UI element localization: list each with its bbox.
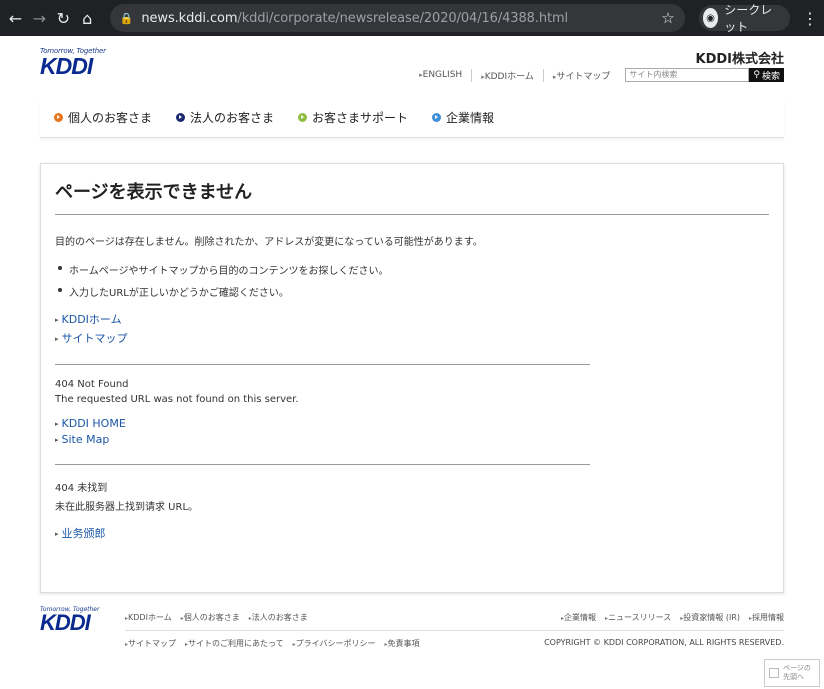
footer-link[interactable]: 投資家情報 (IR)	[680, 612, 740, 623]
nav-item-personal[interactable]: 個人のお客さま	[54, 109, 152, 126]
list-item: ホームページやサイトマップから目的のコンテンツをお探しください。	[55, 262, 769, 277]
en-error-title: 404 Not Found	[55, 379, 129, 390]
footer-logo-mark: KDDI	[40, 610, 91, 635]
link-home-zh[interactable]: 业务颁郎	[55, 525, 769, 541]
browser-toolbar: ← → ↻ ⌂ 🔒 news.kddi.com/kddi/corporate/n…	[0, 0, 824, 36]
address-bar[interactable]: 🔒 news.kddi.com/kddi/corporate/newsrelea…	[109, 4, 685, 32]
url-path: /kddi/corporate/newsrelease/2020/04/16/4…	[237, 10, 569, 26]
page-top-button[interactable]: ページの 先頭へ	[764, 659, 820, 687]
incognito-badge[interactable]: ◉ シークレット	[698, 3, 790, 34]
util-link-sitemap[interactable]: サイトマップ	[542, 68, 620, 82]
url-text: news.kddi.com/kddi/corporate/newsrelease…	[141, 11, 661, 26]
divider	[55, 364, 590, 365]
zh-error-title: 404 未找到	[55, 483, 108, 494]
utility-nav: ENGLISH KDDIホーム サイトマップ サイト内検索 ⚲ 検索	[410, 68, 784, 82]
suggestion-list: ホームページやサイトマップから目的のコンテンツをお探しください。 入力したURL…	[55, 262, 769, 299]
footer-kddi-logo[interactable]: Tomorrow, Together KDDI	[40, 606, 110, 635]
footer-link[interactable]: 採用情報	[749, 612, 784, 623]
footer-link[interactable]: 企業情報	[561, 612, 596, 623]
incognito-label: シークレット	[724, 3, 773, 34]
footer-link[interactable]: サイトのご利用にあたって	[185, 638, 284, 649]
search-button[interactable]: ⚲ 検索	[749, 68, 784, 82]
nav-item-label: 企業情報	[446, 111, 495, 125]
page-top-icon	[769, 668, 779, 678]
page-top-label: ページの 先頭へ	[783, 664, 811, 682]
url-domain: news.kddi.com	[141, 10, 238, 26]
ja-links: KDDIホーム サイトマップ	[55, 311, 769, 346]
incognito-icon: ◉	[702, 8, 719, 28]
search-button-label: 検索	[761, 71, 780, 82]
en-links: KDDI HOME Site Map	[55, 417, 769, 446]
footer-link[interactable]: 免責事項	[385, 638, 420, 649]
zh-error-message: 未在此服务器上找到请求 URL。	[55, 502, 199, 513]
company-name: KDDI株式会社	[695, 52, 785, 67]
orange-arrow-icon	[54, 113, 63, 122]
nav-item-label: 個人のお客さま	[68, 111, 153, 125]
lock-icon: 🔒	[119, 11, 134, 25]
footer-link[interactable]: ニュースリリース	[605, 612, 671, 623]
home-icon[interactable]: ⌂	[78, 6, 97, 30]
copyright: COPYRIGHT © KDDI CORPORATION, ALL RIGHTS…	[544, 638, 784, 647]
footer-links-secondary: サイトマップ サイトのご利用にあたって プライバシーポリシー 免責事項	[125, 638, 429, 649]
kddi-logo[interactable]: Tomorrow, Together KDDI	[40, 47, 110, 79]
footer-link[interactable]: 法人のお客さま	[249, 612, 308, 623]
divider	[55, 464, 590, 465]
footer-links-corporate: 企業情報 ニュースリリース 投資家情報 (IR) 採用情報	[561, 612, 784, 623]
page-top-label-line2: 先頭へ	[783, 673, 804, 681]
link-sitemap-en[interactable]: Site Map	[55, 433, 769, 446]
zh-links: 业务颁郎	[55, 525, 769, 541]
footer-divider	[125, 630, 784, 631]
page: Tomorrow, Together KDDI KDDI株式会社 ENGLISH…	[0, 36, 824, 689]
nav-item-business[interactable]: 法人のお客さま	[176, 109, 274, 126]
browser-menu-icon[interactable]: ⋮	[802, 9, 818, 28]
search-icon: ⚲	[753, 70, 760, 80]
green-arrow-icon	[298, 113, 308, 122]
footer-link[interactable]: プライバシーポリシー	[293, 638, 376, 649]
bookmark-star-icon[interactable]: ☆	[661, 9, 674, 27]
footer-link[interactable]: 個人のお客さま	[181, 612, 240, 623]
forward-arrow-icon[interactable]: →	[30, 6, 49, 30]
footer-link[interactable]: サイトマップ	[125, 638, 176, 649]
footer-link[interactable]: KDDIホーム	[125, 612, 172, 623]
page-top-label-line1: ページの	[783, 664, 811, 672]
page-title: ページを表示できません	[55, 164, 769, 215]
logo-mark: KDDI	[40, 53, 93, 79]
en-error-message: The requested URL was not found on this …	[55, 394, 299, 405]
error-panel: ページを表示できません 目的のページは存在しません。削除されたか、アドレスが変更…	[40, 163, 784, 593]
site-header: Tomorrow, Together KDDI KDDI株式会社 ENGLISH…	[40, 44, 784, 104]
nav-item-label: 法人のお客さま	[190, 111, 275, 125]
nav-item-corporate[interactable]: 企業情報	[432, 109, 494, 126]
list-item: 入力したURLが正しいかどうかご確認ください。	[55, 284, 769, 299]
link-sitemap-ja[interactable]: サイトマップ	[55, 330, 769, 346]
util-link-kddi-home[interactable]: KDDIホーム	[471, 68, 543, 82]
nav-item-support[interactable]: お客さまサポート	[298, 109, 408, 126]
nav-item-label: お客さまサポート	[312, 111, 409, 125]
navy-arrow-icon	[176, 113, 186, 122]
link-kddi-home-en[interactable]: KDDI HOME	[55, 417, 769, 430]
blue-arrow-icon	[432, 113, 442, 122]
back-arrow-icon[interactable]: ←	[6, 6, 25, 30]
link-kddi-home-ja[interactable]: KDDIホーム	[55, 311, 769, 327]
site-search-input[interactable]: サイト内検索	[625, 68, 750, 82]
global-nav: 個人のお客さま 法人のお客さま お客さまサポート 企業情報	[40, 98, 784, 138]
util-link-english[interactable]: ENGLISH	[410, 70, 471, 80]
footer-links-primary: KDDIホーム 個人のお客さま 法人のお客さま	[125, 612, 317, 623]
error-intro: 目的のページは存在しません。削除されたか、アドレスが変更になっている可能性があり…	[55, 237, 483, 248]
reload-icon[interactable]: ↻	[54, 6, 73, 30]
